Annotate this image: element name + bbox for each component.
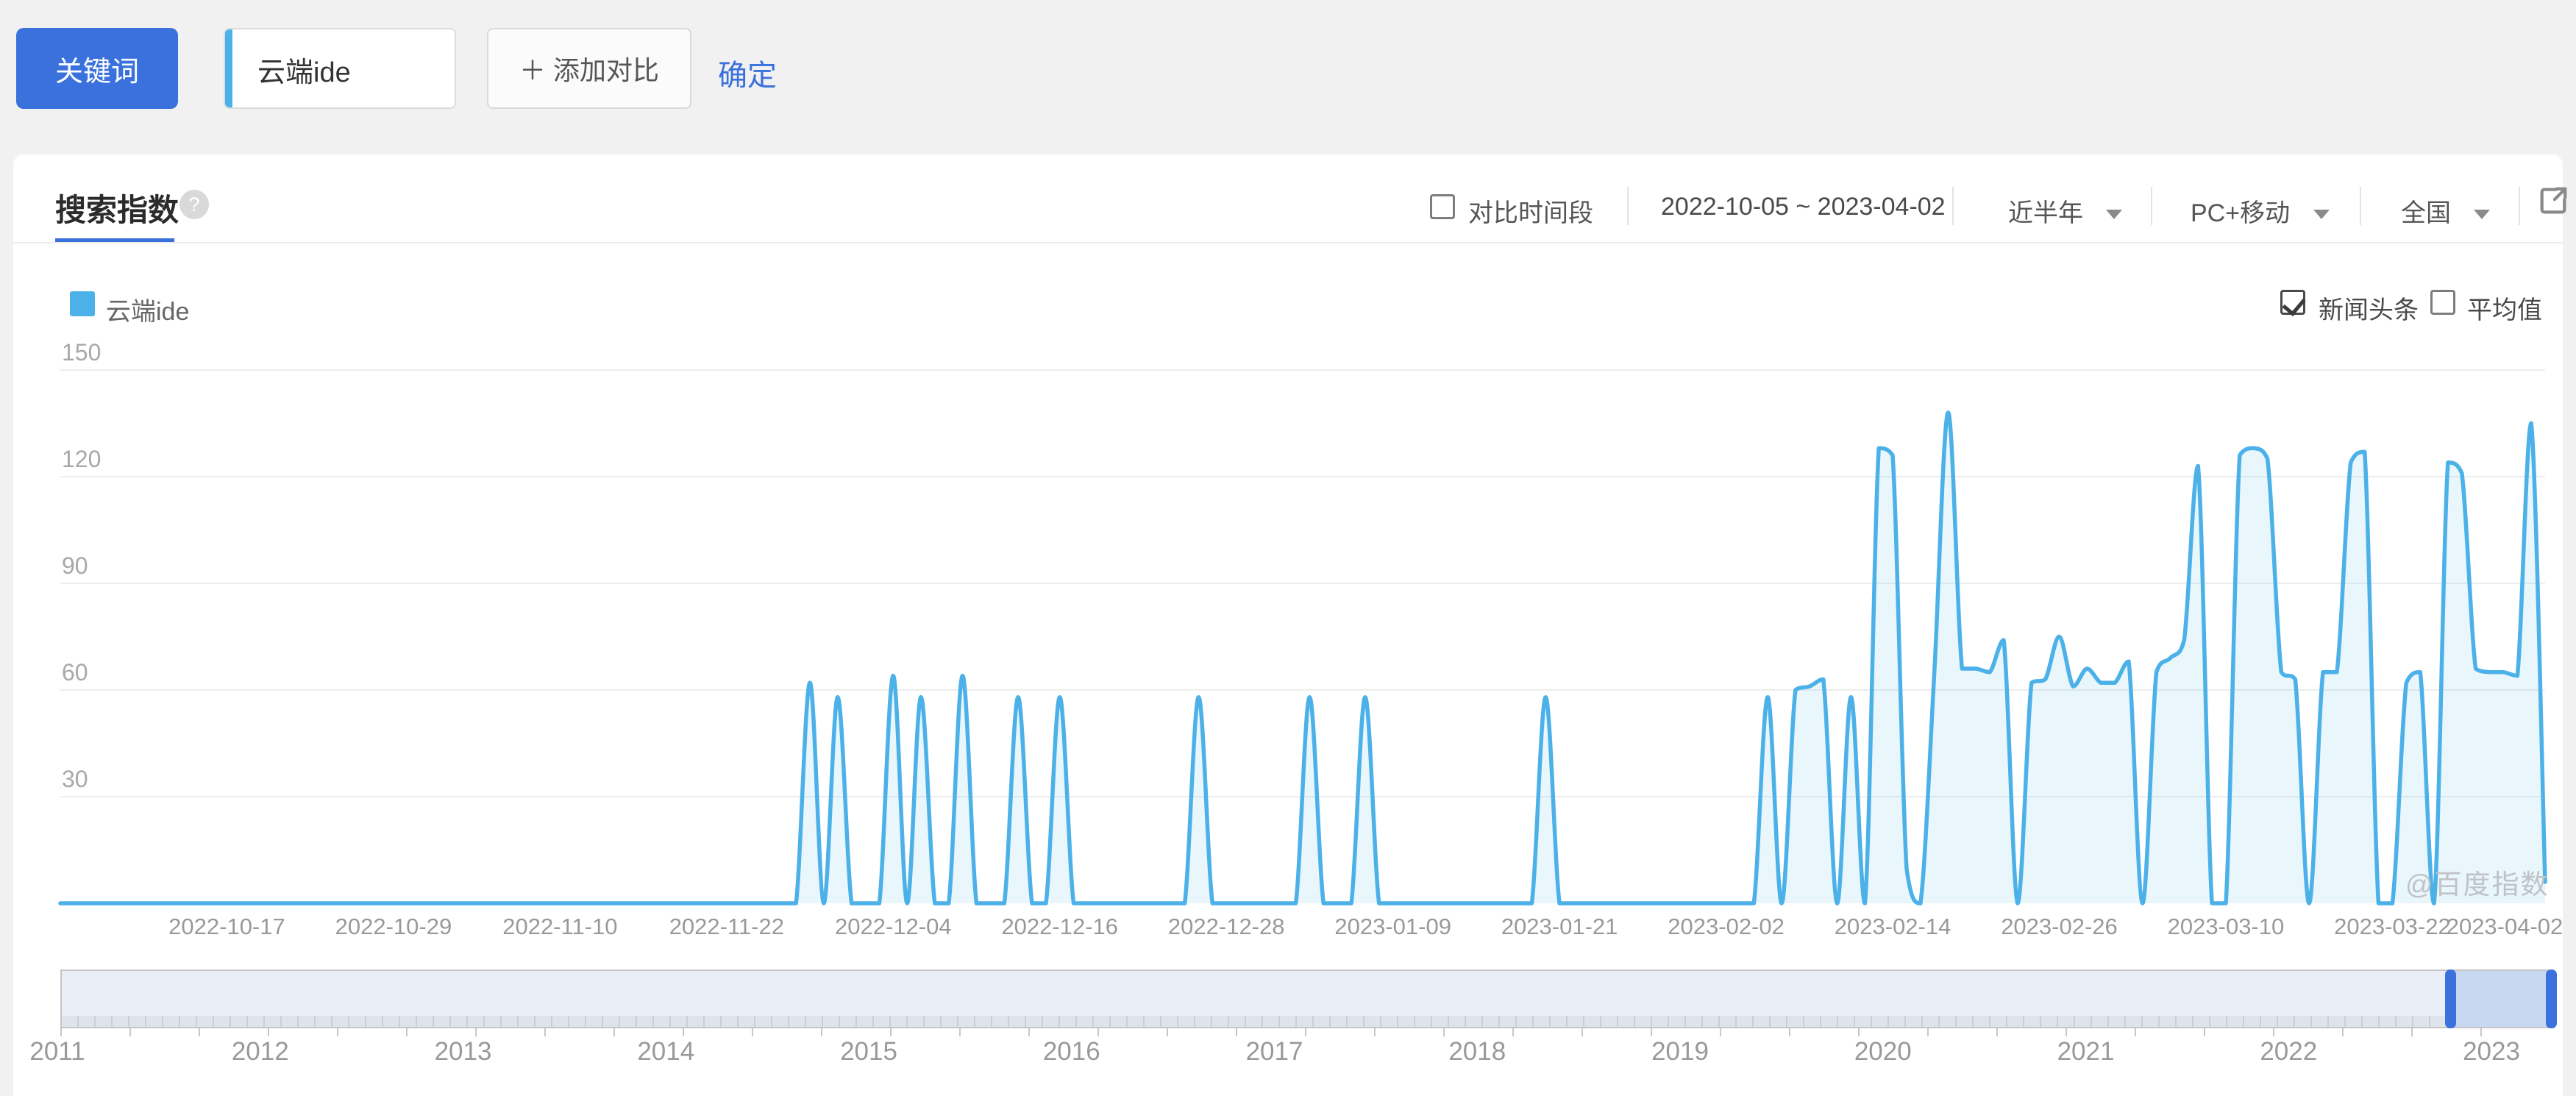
keyword-button[interactable]: 关键词 — [16, 28, 178, 109]
header-divider — [2151, 187, 2152, 225]
period-dropdown-value: 近半年 — [2008, 199, 2083, 227]
timeline-year-label: 2014 — [637, 1037, 694, 1067]
news-headlines-checkbox[interactable] — [2280, 290, 2305, 315]
region-dropdown-value: 全国 — [2401, 199, 2451, 227]
timeline-ticks-strip — [62, 1016, 2548, 1027]
timeline-selected-range[interactable] — [2451, 971, 2551, 1027]
x-axis-tick-label: 2023-01-21 — [1501, 914, 1618, 940]
average-checkbox[interactable] — [2430, 290, 2455, 315]
header-divider — [1952, 187, 1954, 225]
compare-period-label: 对比时间段 — [1468, 193, 1593, 229]
x-axis-tick-label: 2023-02-26 — [2001, 914, 2118, 940]
timeline-left-handle[interactable] — [2445, 969, 2456, 1028]
panel-title: 搜索指数 — [55, 185, 179, 230]
confirm-link[interactable]: 确定 — [718, 51, 777, 94]
header-divider — [2519, 187, 2520, 225]
timeline-year-label: 2021 — [2057, 1037, 2115, 1067]
timeline-slider-track[interactable] — [60, 969, 2550, 1028]
checkmark-icon — [2283, 292, 2306, 316]
x-axis-tick-label: 2022-12-16 — [1001, 914, 1118, 940]
device-dropdown[interactable]: PC+移动 — [2191, 193, 2330, 229]
header-divider — [1627, 187, 1629, 225]
keyword-input[interactable] — [243, 29, 458, 109]
chevron-down-icon — [2474, 210, 2490, 219]
trend-chart-canvas[interactable] — [60, 338, 2545, 908]
device-dropdown-value: PC+移动 — [2191, 199, 2290, 227]
x-axis-tick-label: 2022-12-28 — [1168, 914, 1285, 940]
external-link-icon[interactable] — [2536, 184, 2570, 218]
timeline-year-label: 2023 — [2463, 1037, 2520, 1067]
keyword-color-accent — [225, 29, 232, 107]
date-range-value[interactable]: 2022-10-05 ~ 2023-04-02 — [1661, 193, 1946, 221]
x-axis-tick-label: 2022-11-10 — [502, 914, 617, 940]
chevron-down-icon — [2106, 210, 2122, 219]
x-axis-tick-label: 2023-02-14 — [1835, 914, 1951, 940]
x-axis-tick-label: 2023-01-09 — [1334, 914, 1451, 940]
x-axis-tick-label: 2023-03-10 — [2168, 914, 2285, 940]
region-dropdown[interactable]: 全国 — [2401, 193, 2490, 229]
watermark: @百度指数 — [2405, 862, 2550, 902]
timeline-right-handle[interactable] — [2546, 969, 2557, 1028]
timeline-year-ticks — [60, 1028, 2550, 1036]
search-index-panel: 搜索指数 ? 对比时间段 2022-10-05 ~ 2023-04-02 近半年… — [13, 154, 2563, 1096]
timeline-year-label: 2013 — [435, 1037, 492, 1067]
panel-header-divider — [13, 242, 2563, 243]
chevron-down-icon — [2313, 210, 2330, 219]
compare-period-checkbox[interactable] — [1430, 194, 1455, 219]
x-axis-tick-label: 2022-10-17 — [168, 914, 285, 940]
timeline-year-label: 2019 — [1651, 1037, 1709, 1067]
timeline-year-label: 2015 — [840, 1037, 897, 1067]
x-axis-tick-label: 2022-10-29 — [335, 914, 452, 940]
timeline-year-label: 2018 — [1448, 1037, 1506, 1067]
keyword-input-box[interactable] — [224, 28, 456, 109]
timeline-year-label: 2012 — [232, 1037, 289, 1067]
news-headlines-label: 新闻头条 — [2319, 290, 2419, 326]
x-axis-tick-label: 2023-04-02 — [2447, 914, 2563, 940]
timeline-year-label: 2016 — [1043, 1037, 1100, 1067]
x-axis-tick-label: 2023-03-22 — [2334, 914, 2451, 940]
timeline-year-label: 2011 — [29, 1037, 85, 1067]
x-axis-tick-label: 2022-11-22 — [669, 914, 784, 940]
x-axis-tick-label: 2022-12-04 — [835, 914, 952, 940]
x-axis-tick-label: 2023-02-02 — [1668, 914, 1785, 940]
timeline-year-label: 2022 — [2260, 1037, 2317, 1067]
timeline-year-label: 2020 — [1854, 1037, 1912, 1067]
add-compare-button[interactable]: ＋ 添加对比 — [487, 28, 691, 109]
series-color-swatch — [70, 291, 95, 316]
period-dropdown[interactable]: 近半年 — [2008, 193, 2122, 229]
timeline-year-label: 2017 — [1246, 1037, 1303, 1067]
help-icon[interactable]: ? — [179, 190, 209, 219]
series-legend-label[interactable]: 云端ide — [106, 291, 189, 327]
average-label: 平均值 — [2467, 290, 2542, 326]
header-divider — [2360, 187, 2361, 225]
